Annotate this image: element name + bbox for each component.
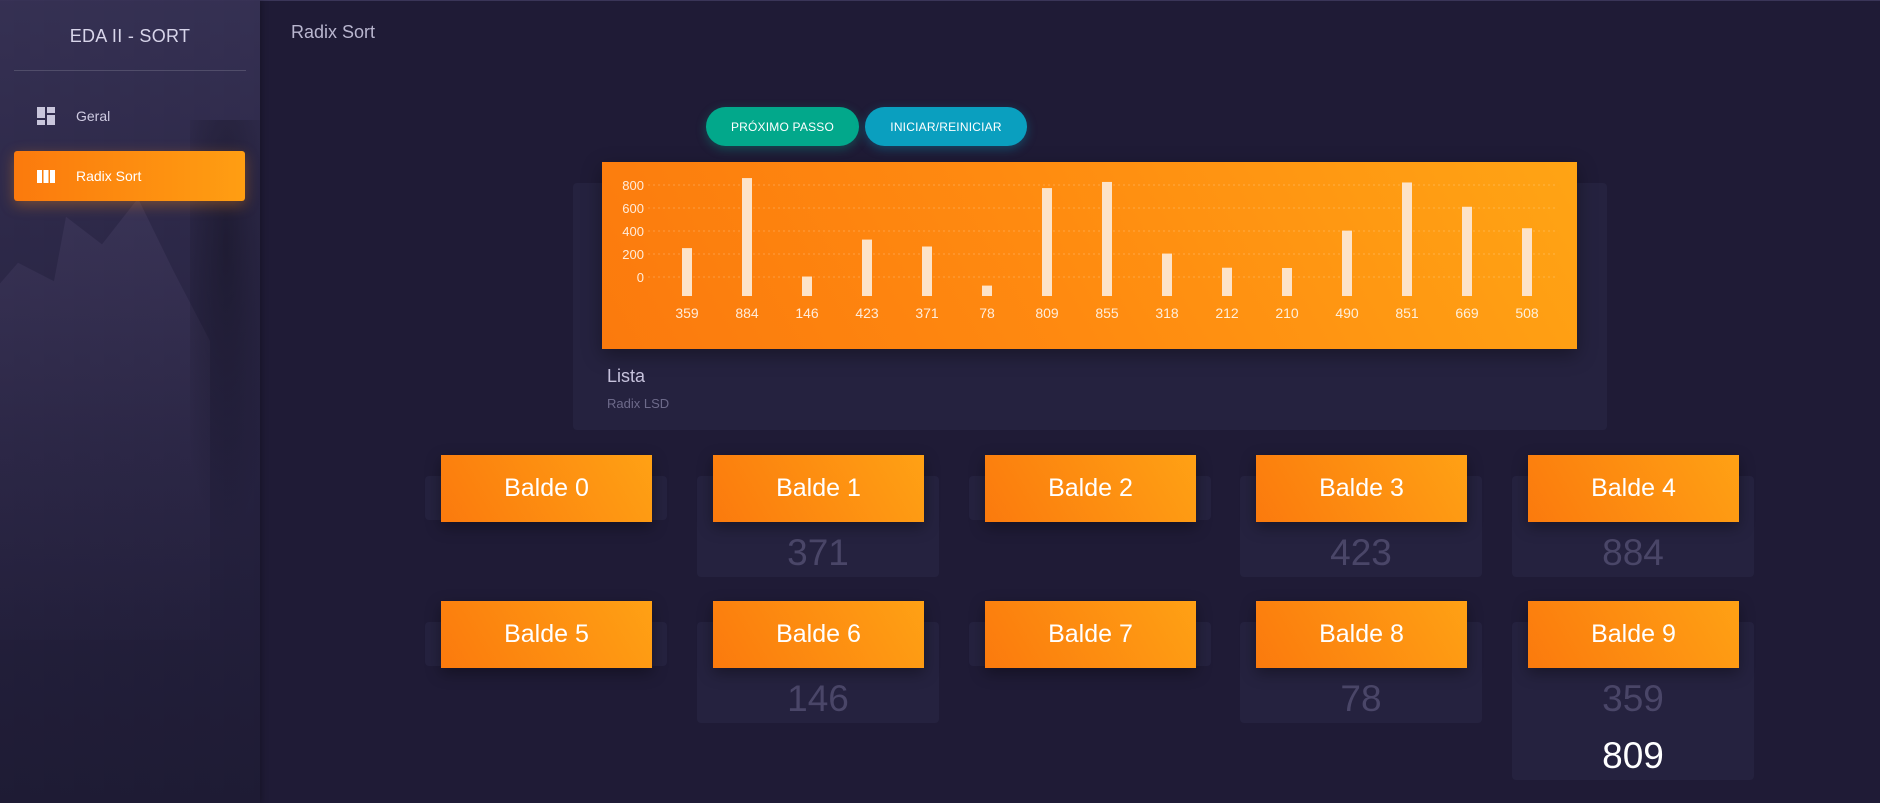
card-title: Lista — [607, 366, 646, 386]
chart-x-tick-label: 851 — [1395, 305, 1419, 321]
sidebar-item-label: Geral — [76, 108, 111, 124]
chart-y-tick-label: 200 — [622, 247, 644, 262]
sidebar-divider — [14, 70, 246, 71]
chart-x-tick-label: 146 — [795, 305, 819, 321]
chart-bar — [862, 239, 872, 296]
chart-svg: 800 600 400 200 0 359 884 146 423 371 78 809 855 318 2… — [622, 178, 1557, 321]
chart-y-tick-label: 800 — [622, 178, 644, 193]
chart-y-tick-label: 400 — [622, 224, 644, 239]
sidebar: EDA II - SORT Geral Radix Sort — [0, 0, 260, 803]
bucket-7-header[interactable]: Balde 7 — [985, 601, 1196, 668]
chart-bar — [1162, 253, 1172, 296]
bucket-0-header[interactable]: Balde 0 — [441, 455, 652, 522]
chart-x-tick-label: 212 — [1215, 305, 1239, 321]
chart-bar — [682, 248, 692, 296]
chart-x-tick-label: 490 — [1335, 305, 1359, 321]
bars-icon — [36, 166, 56, 186]
top-border — [0, 0, 1880, 1]
bucket-5-header[interactable]: Balde 5 — [441, 601, 652, 668]
sidebar-item-label: Radix Sort — [76, 168, 142, 184]
chart-bar — [1522, 228, 1532, 296]
chart-bar — [1102, 181, 1112, 296]
chart-x-tick-label: 318 — [1155, 305, 1179, 321]
bucket-value: 359 — [1602, 678, 1664, 719]
chart-x-tick-label: 371 — [915, 305, 939, 321]
chart-bar — [1282, 267, 1292, 296]
bucket-2-header[interactable]: Balde 2 — [985, 455, 1196, 522]
chart-x-tick-label: 359 — [675, 305, 699, 321]
page-title: Radix Sort — [291, 22, 376, 42]
next-step-button[interactable]: PRÓXIMO PASSO — [706, 107, 859, 146]
sidebar-brand[interactable]: EDA II - SORT — [0, 0, 260, 72]
card-subtitle: Radix LSD — [607, 396, 670, 411]
chart-x-tick-label: 855 — [1095, 305, 1119, 321]
bucket-1-header[interactable]: Balde 1 — [713, 455, 924, 522]
chart-bar — [1042, 188, 1052, 296]
bucket-9-header[interactable]: Balde 9 — [1528, 601, 1739, 668]
chart-x-tick-label: 210 — [1275, 305, 1299, 321]
chart-x-tick-label: 669 — [1455, 305, 1479, 321]
chart-bar — [802, 276, 812, 296]
bucket-4-header[interactable]: Balde 4 — [1528, 455, 1739, 522]
bucket-6-header[interactable]: Balde 6 — [713, 601, 924, 668]
sidebar-item-geral[interactable]: Geral — [14, 91, 245, 141]
bucket-value: 78 — [1340, 678, 1382, 719]
chart-bar — [1222, 267, 1232, 296]
bucket-value: 371 — [787, 532, 849, 573]
chart-bar — [742, 178, 752, 296]
bucket-value: 423 — [1330, 532, 1392, 573]
chart-bar — [1342, 230, 1352, 296]
chart-y-tick-label: 0 — [637, 270, 644, 285]
dashboard-icon — [36, 106, 56, 126]
chart-x-tick-label: 78 — [979, 305, 995, 321]
chart-bar — [922, 246, 932, 296]
start-restart-button[interactable]: INICIAR/REINICIAR — [865, 107, 1027, 146]
chart-bar — [982, 285, 992, 296]
bucket-value: 809 — [1602, 735, 1664, 776]
chart-x-tick-label: 423 — [855, 305, 879, 321]
bucket-value: 146 — [787, 678, 849, 719]
bucket-8-header[interactable]: Balde 8 — [1256, 601, 1467, 668]
bucket-value: 884 — [1602, 532, 1664, 573]
bucket-3-header[interactable]: Balde 3 — [1256, 455, 1467, 522]
sidebar-item-radix-sort[interactable]: Radix Sort — [14, 151, 245, 201]
chart-x-tick-label: 809 — [1035, 305, 1059, 321]
chart-y-tick-label: 600 — [622, 201, 644, 216]
chart-bar — [1402, 182, 1412, 296]
chart-bar — [1462, 206, 1472, 296]
list-chart: 800 600 400 200 0 359 884 146 423 371 78 809 855 318 2… — [602, 162, 1577, 349]
chart-x-tick-label: 508 — [1515, 305, 1539, 321]
chart-x-tick-label: 884 — [735, 305, 759, 321]
